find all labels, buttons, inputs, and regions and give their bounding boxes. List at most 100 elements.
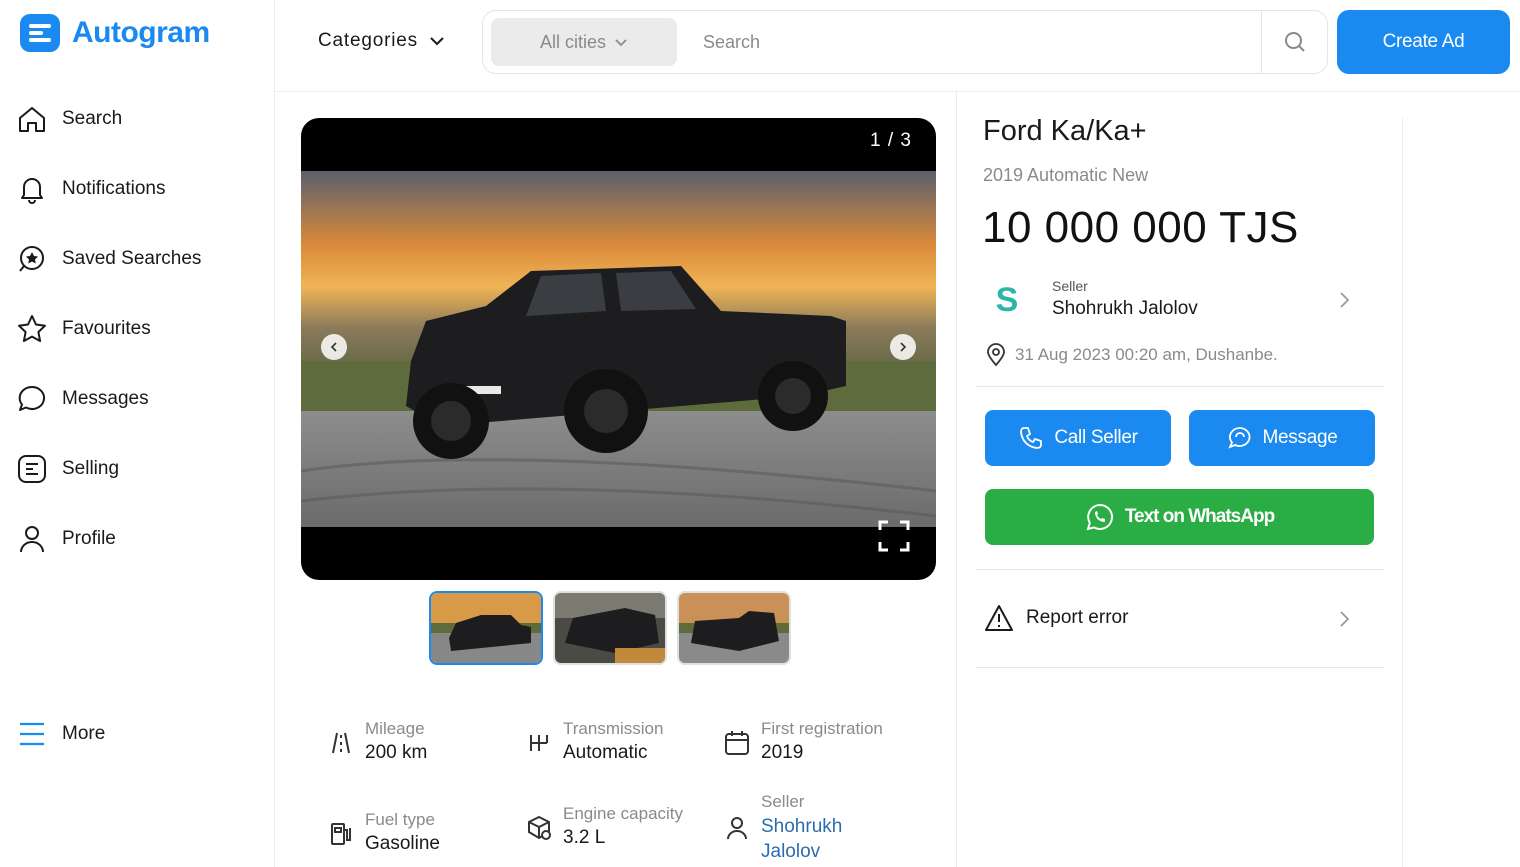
gearbox-icon [530, 735, 548, 751]
spec-transmission: Transmission Automatic [525, 717, 663, 765]
selling-icon [18, 455, 46, 483]
seller-name: Shohrukh Jalolov [1052, 298, 1198, 319]
spec-label: Engine capacity [563, 804, 684, 823]
app-name: Autogram [72, 16, 210, 49]
user-icon [727, 817, 747, 840]
listing-location: 31 Aug 2023 00:20 am, Dushanbe. [985, 343, 1278, 367]
thumbnail-3[interactable] [677, 591, 791, 665]
spec-label: Seller [761, 792, 805, 811]
prev-photo-button[interactable] [321, 334, 347, 360]
sidebar-item-label: Selling [62, 458, 120, 479]
call-seller-label: Call Seller [1054, 427, 1138, 448]
chevron-right-icon [1340, 611, 1350, 627]
listing-subtitle: 2019 Automatic New [983, 165, 1149, 185]
svg-text:S: S [996, 281, 1019, 319]
sidebar-item-messages[interactable]: Messages [16, 383, 149, 415]
whatsapp-label: Text on WhatsApp [1124, 506, 1275, 527]
sidebar: Autogram Search Notifications Saved Sear… [0, 0, 275, 867]
star-icon [18, 315, 46, 342]
sidebar-item-label: More [62, 723, 106, 744]
column-divider [956, 92, 957, 867]
thumbnail-2[interactable] [553, 591, 667, 665]
spec-value: 3.2 L [563, 827, 606, 848]
chat-icon [18, 385, 46, 411]
chevron-right-icon [1340, 292, 1350, 308]
spec-value: Automatic [563, 742, 648, 763]
sidebar-item-label: Saved Searches [62, 248, 202, 269]
search-button[interactable] [1261, 11, 1327, 73]
chevron-down-icon [430, 37, 444, 46]
sidebar-item-label: Profile [62, 528, 116, 549]
spec-first-registration: First registration 2019 [723, 717, 883, 765]
message-button[interactable]: Message [1189, 410, 1375, 466]
app-logo[interactable]: Autogram [20, 14, 210, 52]
autogram-logo-icon [20, 14, 60, 52]
chat-icon [1227, 427, 1250, 449]
column-divider [1402, 118, 1403, 867]
city-select-value: All cities [539, 31, 606, 52]
sidebar-item-selling[interactable]: Selling [16, 453, 119, 485]
search-input[interactable] [703, 27, 1243, 57]
thumbnail-1[interactable] [429, 591, 543, 665]
whatsapp-button[interactable]: Text on WhatsApp [985, 489, 1374, 545]
spec-value: 200 km [365, 742, 428, 763]
chevron-left-icon [330, 342, 337, 352]
listing-title: Ford Ka/Ka+ [983, 115, 1147, 147]
location-text: 31 Aug 2023 00:20 am, Dushanbe. [1015, 345, 1278, 364]
phone-icon [1020, 427, 1043, 449]
home-icon [19, 107, 45, 132]
top-bar: Categories All cities Create Ad [276, 0, 1520, 92]
next-photo-button[interactable] [890, 334, 916, 360]
spec-mileage: Mileage 200 km [327, 717, 427, 765]
call-seller-button[interactable]: Call Seller [985, 410, 1171, 466]
spec-label: Fuel type [365, 810, 435, 829]
seller-label: Seller [1052, 278, 1088, 294]
chevron-right-icon [900, 342, 907, 352]
sidebar-item-favourites[interactable]: Favourites [16, 313, 151, 345]
calendar-icon [725, 731, 749, 755]
search-icon [1284, 32, 1305, 52]
sidebar-item-label: Notifications [62, 178, 166, 199]
chevron-down-icon [615, 39, 627, 47]
fullscreen-icon[interactable] [878, 520, 910, 552]
seller-link[interactable]: Shohrukh Jalolov [761, 814, 842, 864]
user-icon [20, 526, 44, 553]
create-ad-button[interactable]: Create Ad [1337, 10, 1510, 74]
engine-icon [528, 815, 551, 840]
sidebar-item-notifications[interactable]: Notifications [16, 173, 166, 205]
categories-dropdown[interactable]: Categories [318, 30, 446, 52]
sidebar-item-more[interactable]: More [16, 718, 105, 750]
photo-counter: 1 / 3 [870, 130, 912, 151]
search-bar: All cities [482, 10, 1328, 74]
sidebar-item-saved-searches[interactable]: Saved Searches [16, 243, 201, 275]
menu-icon [20, 722, 44, 746]
report-error-row[interactable]: Report error [984, 604, 1128, 632]
message-label: Message [1262, 427, 1338, 448]
categories-label: Categories [318, 30, 418, 51]
location-pin-icon [987, 343, 1005, 367]
spec-engine-capacity: Engine capacity 3.2 L [525, 802, 683, 850]
sidebar-item-label: Messages [62, 388, 149, 409]
spec-value: Gasoline [365, 833, 440, 854]
bell-icon [21, 178, 43, 204]
spec-seller: Seller Shohrukh Jalolov [723, 790, 842, 864]
city-select[interactable]: All cities [491, 18, 677, 66]
sidebar-item-search[interactable]: Search [16, 103, 122, 135]
divider [976, 386, 1384, 387]
whatsapp-icon [1086, 503, 1113, 531]
sidebar-item-profile[interactable]: Profile [16, 523, 116, 555]
main-car-photo[interactable] [301, 171, 936, 527]
seller-card[interactable]: S Seller Shohrukh Jalolov [985, 276, 1355, 326]
seller-logo-icon: S [986, 279, 1028, 321]
divider [976, 569, 1384, 570]
spec-label: Mileage [365, 719, 425, 738]
photo-gallery: 1 / 3 [301, 118, 936, 580]
listing-price: 10 000 000 TJS [982, 203, 1299, 252]
seller-link-line: Shohrukh [761, 816, 843, 837]
spec-label: Transmission [563, 719, 664, 738]
fuel-pump-icon [331, 823, 351, 845]
saved-search-icon [19, 246, 44, 272]
spec-label: First registration [761, 719, 883, 738]
thumbnail-strip [429, 591, 791, 665]
sidebar-item-label: Search [62, 108, 123, 129]
